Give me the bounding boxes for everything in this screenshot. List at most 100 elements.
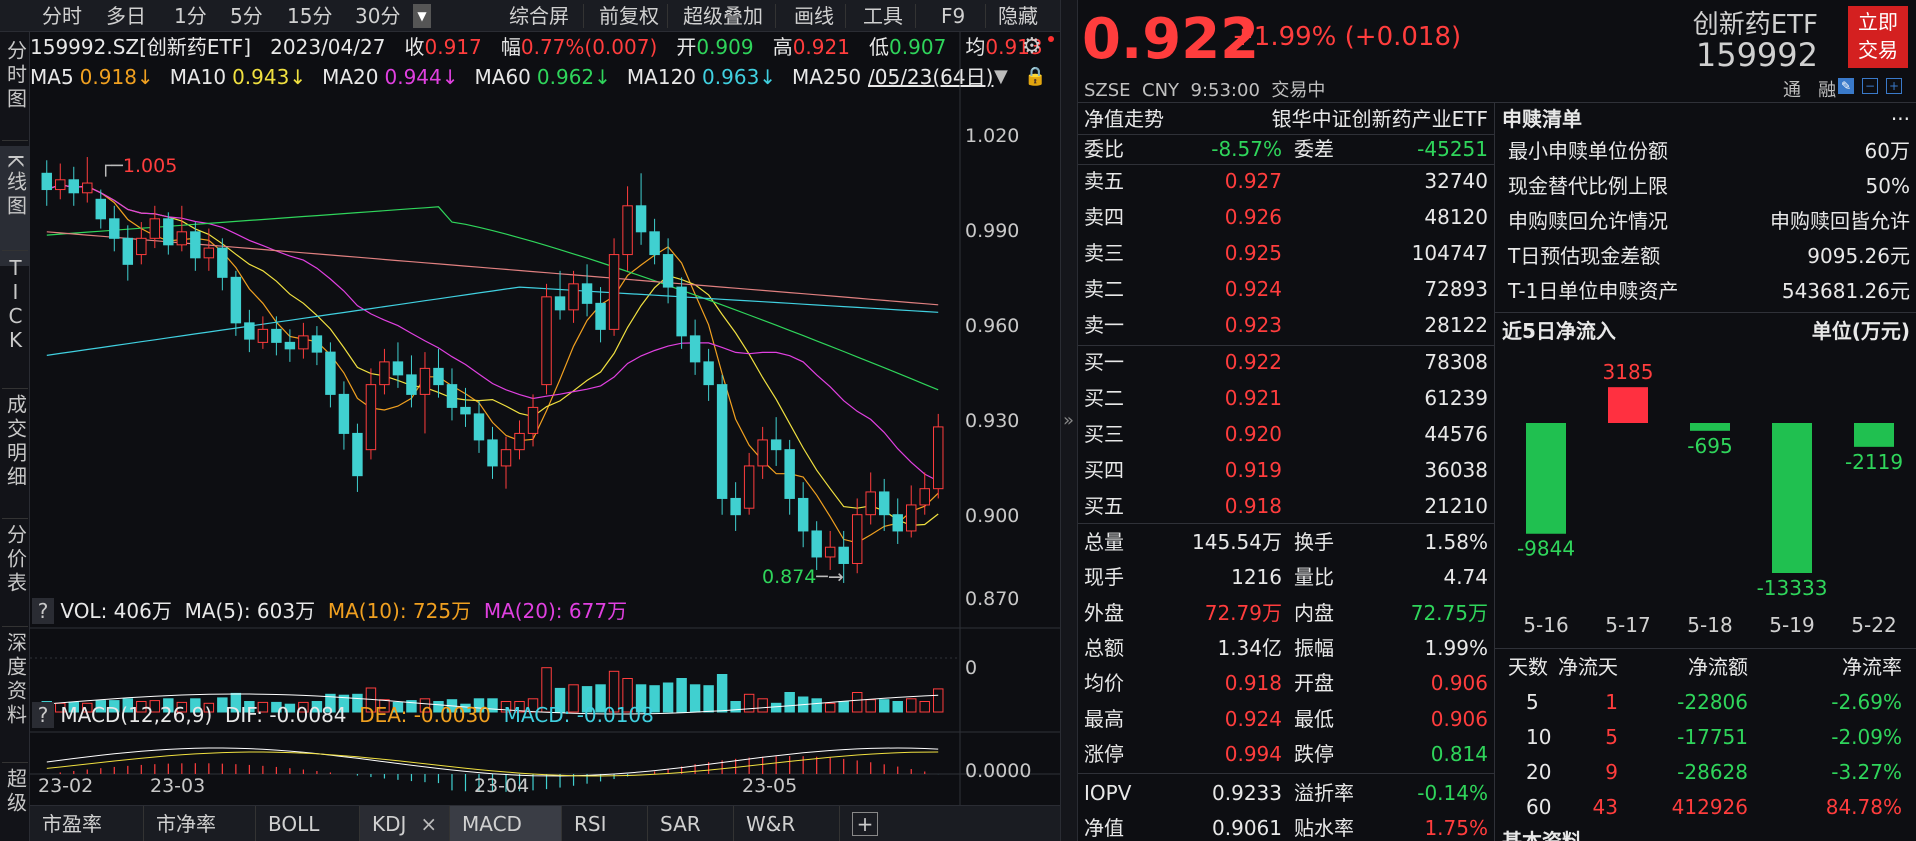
candle-body (770, 439, 782, 451)
tool-overlay-button[interactable]: 超级叠加 (683, 0, 763, 32)
tab-period-fenshi[interactable]: 分时 (42, 0, 82, 32)
minus-icon[interactable]: − (1862, 78, 1878, 94)
sidebar-item-fenshi[interactable]: 分时图 (0, 40, 30, 112)
macd-dif-line (46, 747, 939, 777)
buys-price: 0.919 (1224, 458, 1282, 482)
price-axis-label: 0.930 (965, 410, 1020, 432)
date-label: 23-05 (742, 775, 798, 797)
tab-indicator-sar[interactable]: SAR (648, 806, 734, 841)
stats-value: 72.75万 (1410, 600, 1488, 625)
tool-hide-button[interactable]: 隐藏 (998, 0, 1038, 32)
flow-bar-label: -13333 (1757, 576, 1828, 600)
stats-label: 开盘 (1294, 671, 1334, 696)
currency-label: CNY (1142, 80, 1180, 101)
tab-indicator-pe[interactable]: 市盈率 (30, 806, 144, 841)
chevron-right-icon: » (1063, 410, 1075, 431)
tab-indicator-macd[interactable]: MACD (450, 806, 562, 841)
volume-ma5: MA(5): 603万 (184, 599, 316, 623)
macd-dea: DEA: -0.0030 (359, 703, 491, 727)
macd-dea-line (46, 751, 939, 777)
plus-icon[interactable]: + (1886, 78, 1902, 94)
sidebar-item-kline[interactable]: K线图 (0, 146, 30, 266)
tag-rong: 融 (1818, 80, 1837, 101)
flow-unit: 单位(万元) (1811, 319, 1910, 343)
quote-time: 9:53:00 (1190, 80, 1260, 101)
tab-period-multiday[interactable]: 多日 (106, 0, 146, 32)
flow-table-header: 净流率 (1842, 655, 1902, 679)
candle-body (95, 198, 107, 220)
redemption-row: 最小申赎单位份额 60万 (1508, 136, 1910, 166)
more-icon[interactable]: ··· (1891, 104, 1910, 134)
flow-table-cell: 1 (1605, 690, 1618, 714)
buys-price: 0.922 (1224, 350, 1282, 374)
close-icon[interactable]: × (420, 812, 437, 836)
tool-f9-button[interactable]: F9 (941, 0, 965, 32)
tab-period-5min[interactable]: 5分 (230, 0, 263, 32)
tab-period-30min[interactable]: 30分 (355, 0, 400, 32)
sidebar-item-price-table[interactable]: 分价表 (0, 524, 30, 596)
macd-help-icon[interactable]: ? (32, 702, 54, 728)
tab-indicator-wr[interactable]: W&R (734, 806, 840, 841)
panel-collapse-handle[interactable]: » (1060, 0, 1078, 841)
sells-volume: 104747 (1411, 241, 1488, 265)
candle-body (406, 374, 417, 395)
edit-icon[interactable]: ✎ (1838, 78, 1854, 94)
redemption-key: 现金替代比例上限 (1508, 174, 1668, 198)
tab-indicator-pb[interactable]: 市净率 (144, 806, 256, 841)
sells-volume: 48120 (1424, 205, 1488, 229)
candle-body (230, 276, 242, 324)
nav-header[interactable]: 净值走势 银华中证创新药产业ETF (1084, 104, 1488, 134)
stats-row: 总量 145.54万 换手 1.58% (1084, 527, 1488, 557)
volume-help-icon[interactable]: ? (32, 598, 54, 624)
tool-tools-button[interactable]: 工具 (863, 0, 903, 32)
candle-body (460, 406, 471, 415)
buys-price: 0.918 (1224, 494, 1282, 518)
sidebar-item-deep-data[interactable]: 深度资料 (0, 632, 30, 728)
add-indicator-icon[interactable]: + (852, 812, 878, 836)
candle-body (703, 361, 714, 386)
sidebar-item-tick[interactable]: TICK (0, 256, 30, 352)
date-label: 23-03 (150, 775, 206, 797)
tab-period-15min[interactable]: 15分 (287, 0, 332, 32)
candle-body (716, 384, 728, 499)
sells-row: 卖三 0.925 104747 (1084, 238, 1488, 268)
candlestick-chart[interactable] (30, 32, 1060, 805)
buys-row: 买一 0.922 78308 (1084, 347, 1488, 377)
sells-price: 0.926 (1224, 205, 1282, 229)
candle-body (851, 514, 863, 564)
macd-value: MACD: -0.0108 (503, 703, 654, 727)
stats-row: 总额 1.34亿 振幅 1.99% (1084, 633, 1488, 663)
stats-value: 1216 (1231, 565, 1282, 590)
sells-price: 0.927 (1224, 169, 1282, 193)
tags-line: 通 融 (1783, 76, 1836, 102)
tool-fuquan-button[interactable]: 前复权 (599, 0, 659, 32)
period-dropdown-icon[interactable]: ▼ (413, 4, 431, 28)
security-code-large: 159992 (1695, 36, 1818, 74)
stats-value: 1.34亿 (1217, 635, 1282, 660)
flow-table-cell: -2.09% (1831, 725, 1902, 749)
basic-info-header[interactable]: 基本资料 (1502, 826, 1582, 841)
candle-body (622, 205, 633, 256)
tab-period-1min[interactable]: 1分 (174, 0, 207, 32)
tool-draw-button[interactable]: 画线 (794, 0, 834, 32)
date-label: 23-02 (38, 775, 94, 797)
flow-table-header: 净流天 (1558, 655, 1618, 679)
tool-zonghe-button[interactable]: 综合屏 (509, 0, 569, 32)
trade-now-button[interactable]: 立即 交易 (1848, 6, 1908, 68)
candle-body (784, 449, 795, 499)
sidebar-item-trades[interactable]: 成交明细 (0, 394, 30, 490)
sidebar-item-super[interactable]: 超级 (0, 768, 30, 841)
flow-table-cell: 9 (1605, 760, 1618, 784)
candle-body (541, 296, 552, 386)
tab-indicator-rsi[interactable]: RSI (562, 806, 648, 841)
candle-body (325, 351, 336, 395)
date-label: 23-04 (474, 775, 530, 797)
stats-label: 内盘 (1294, 600, 1334, 625)
tab-indicator-boll[interactable]: BOLL (256, 806, 360, 841)
stats-value: 145.54万 (1192, 530, 1282, 554)
candle-body (838, 546, 849, 564)
kline-chart-area: 159992.SZ[创新药ETF] 2023/04/27 收0.917 幅0.7… (30, 32, 1060, 805)
sells-volume: 32740 (1424, 169, 1488, 193)
tab-indicator-kdj[interactable]: KDJ × (360, 806, 450, 841)
candle-body (176, 231, 188, 246)
